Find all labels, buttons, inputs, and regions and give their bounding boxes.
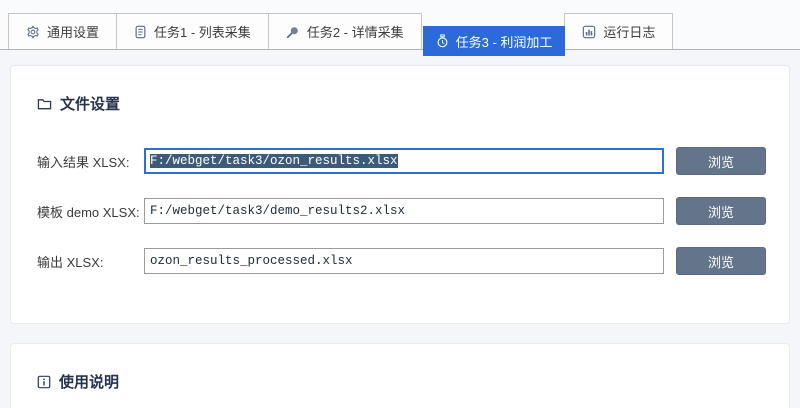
bar-chart-icon [582, 25, 596, 39]
template-demo-label: 模板 demo XLSX: [37, 204, 140, 220]
file-settings-form: 输入结果 XLSX: F:/webget/task3/ozon_results.… [37, 147, 789, 275]
form-row-output-xlsx: 输出 XLSX: 浏览 [37, 247, 789, 275]
folder-icon [37, 97, 52, 111]
form-row-input-xlsx: 输入结果 XLSX: F:/webget/task3/ozon_results.… [37, 147, 789, 175]
gear-icon [26, 24, 40, 39]
browse-button-input[interactable]: 浏览 [676, 147, 766, 175]
tab-general-settings[interactable]: 通用设置 [8, 13, 118, 49]
template-demo-xlsx-field[interactable] [144, 198, 664, 224]
list-icon [134, 25, 147, 39]
output-xlsx-label: 输出 XLSX: [37, 254, 104, 270]
tab-label: 任务3 - 利润加工 [455, 34, 553, 50]
usage-card: 使用说明 [10, 343, 790, 408]
search-icon [286, 25, 300, 39]
browse-button-output[interactable]: 浏览 [676, 247, 766, 275]
tab-bar: 通用设置 任务1 - 列表采集 任务2 - 详情采集 任务3 - 利润加工 运行… [0, 0, 800, 56]
tab-task3-profit-processing[interactable]: 任务3 - 利润加工 [422, 26, 566, 56]
file-settings-card: 文件设置 输入结果 XLSX: F:/webget/task3/ozon_res… [10, 65, 790, 324]
usage-title: 使用说明 [11, 344, 789, 392]
tab-task1-list-collection[interactable]: 任务1 - 列表采集 [116, 13, 269, 49]
browse-button-template[interactable]: 浏览 [676, 197, 766, 225]
form-row-template-xlsx: 模板 demo XLSX: 浏览 [37, 197, 789, 225]
profit-icon [436, 34, 449, 48]
info-icon [37, 375, 51, 389]
output-xlsx-field[interactable] [144, 248, 664, 274]
file-settings-title: 文件设置 [11, 66, 789, 114]
card-title-text: 文件设置 [60, 96, 121, 113]
tab-label: 运行日志 [603, 25, 656, 40]
tab-label: 通用设置 [47, 25, 100, 40]
input-results-label: 输入结果 XLSX: [37, 154, 130, 170]
tab-task2-detail-collection[interactable]: 任务2 - 详情采集 [267, 13, 422, 49]
selected-text: F:/webget/task3/ozon_results.xlsx [150, 154, 398, 168]
input-results-xlsx-field[interactable]: F:/webget/task3/ozon_results.xlsx [144, 148, 664, 174]
tab-run-log[interactable]: 运行日志 [564, 13, 674, 49]
card-title-text: 使用说明 [59, 374, 120, 391]
tab-label: 任务2 - 详情采集 [306, 25, 404, 40]
tab-label: 任务1 - 列表采集 [154, 25, 251, 40]
